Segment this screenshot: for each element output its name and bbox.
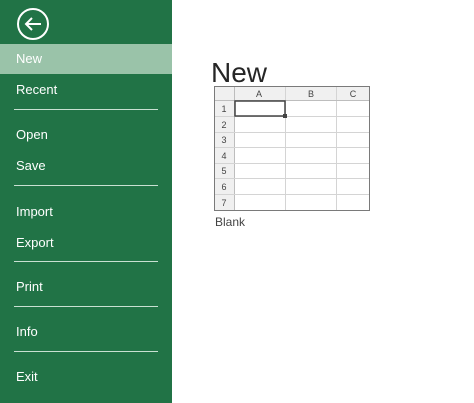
- menu-item-exit[interactable]: Exit: [0, 362, 172, 392]
- blank-workbook-thumbnail: A B C 1 2 3 4 5 6 7: [214, 86, 370, 211]
- menu-item-label: Info: [16, 324, 38, 339]
- row-header: 4: [221, 151, 226, 161]
- row-header: 5: [221, 166, 226, 176]
- back-arrow-icon: [17, 8, 49, 40]
- back-button[interactable]: [17, 8, 49, 40]
- row-header: 6: [221, 182, 226, 192]
- menu-item-label: Save: [16, 158, 46, 173]
- menu-item-info[interactable]: Info: [0, 317, 172, 347]
- menu-item-recent[interactable]: Recent: [0, 75, 172, 105]
- page-title: New: [211, 57, 268, 88]
- menu-divider: [14, 351, 158, 352]
- row-header: 7: [221, 198, 226, 208]
- menu-item-new[interactable]: New: [0, 44, 172, 74]
- menu-divider: [14, 306, 158, 307]
- backstage-view: New Recent Open Save Import Export Print…: [0, 0, 474, 403]
- fill-handle: [283, 114, 287, 118]
- column-header: A: [256, 89, 262, 99]
- row-header: 1: [221, 104, 226, 114]
- menu-item-print[interactable]: Print: [0, 272, 172, 302]
- menu-item-label: Import: [16, 204, 53, 219]
- column-header: C: [350, 89, 357, 99]
- menu-item-label: Print: [16, 279, 43, 294]
- template-label: Blank: [215, 215, 246, 229]
- menu-divider: [14, 109, 158, 110]
- menu-item-open[interactable]: Open: [0, 120, 172, 150]
- menu-divider: [14, 261, 158, 262]
- column-header: B: [308, 89, 314, 99]
- menu-item-label: Recent: [16, 82, 58, 97]
- menu-item-save[interactable]: Save: [0, 151, 172, 181]
- menu-item-import[interactable]: Import: [0, 197, 172, 227]
- row-header: 3: [221, 135, 226, 145]
- blank-workbook-template[interactable]: A B C 1 2 3 4 5 6 7: [214, 86, 370, 211]
- menu-item-label: Exit: [16, 369, 38, 384]
- backstage-sidebar: New Recent Open Save Import Export Print…: [0, 0, 172, 403]
- row-header: 2: [221, 120, 226, 130]
- menu-item-label: New: [16, 51, 43, 66]
- menu-item-label: Export: [16, 235, 54, 250]
- menu-divider: [14, 185, 158, 186]
- menu-item-export[interactable]: Export: [0, 228, 172, 258]
- menu-item-label: Open: [16, 127, 48, 142]
